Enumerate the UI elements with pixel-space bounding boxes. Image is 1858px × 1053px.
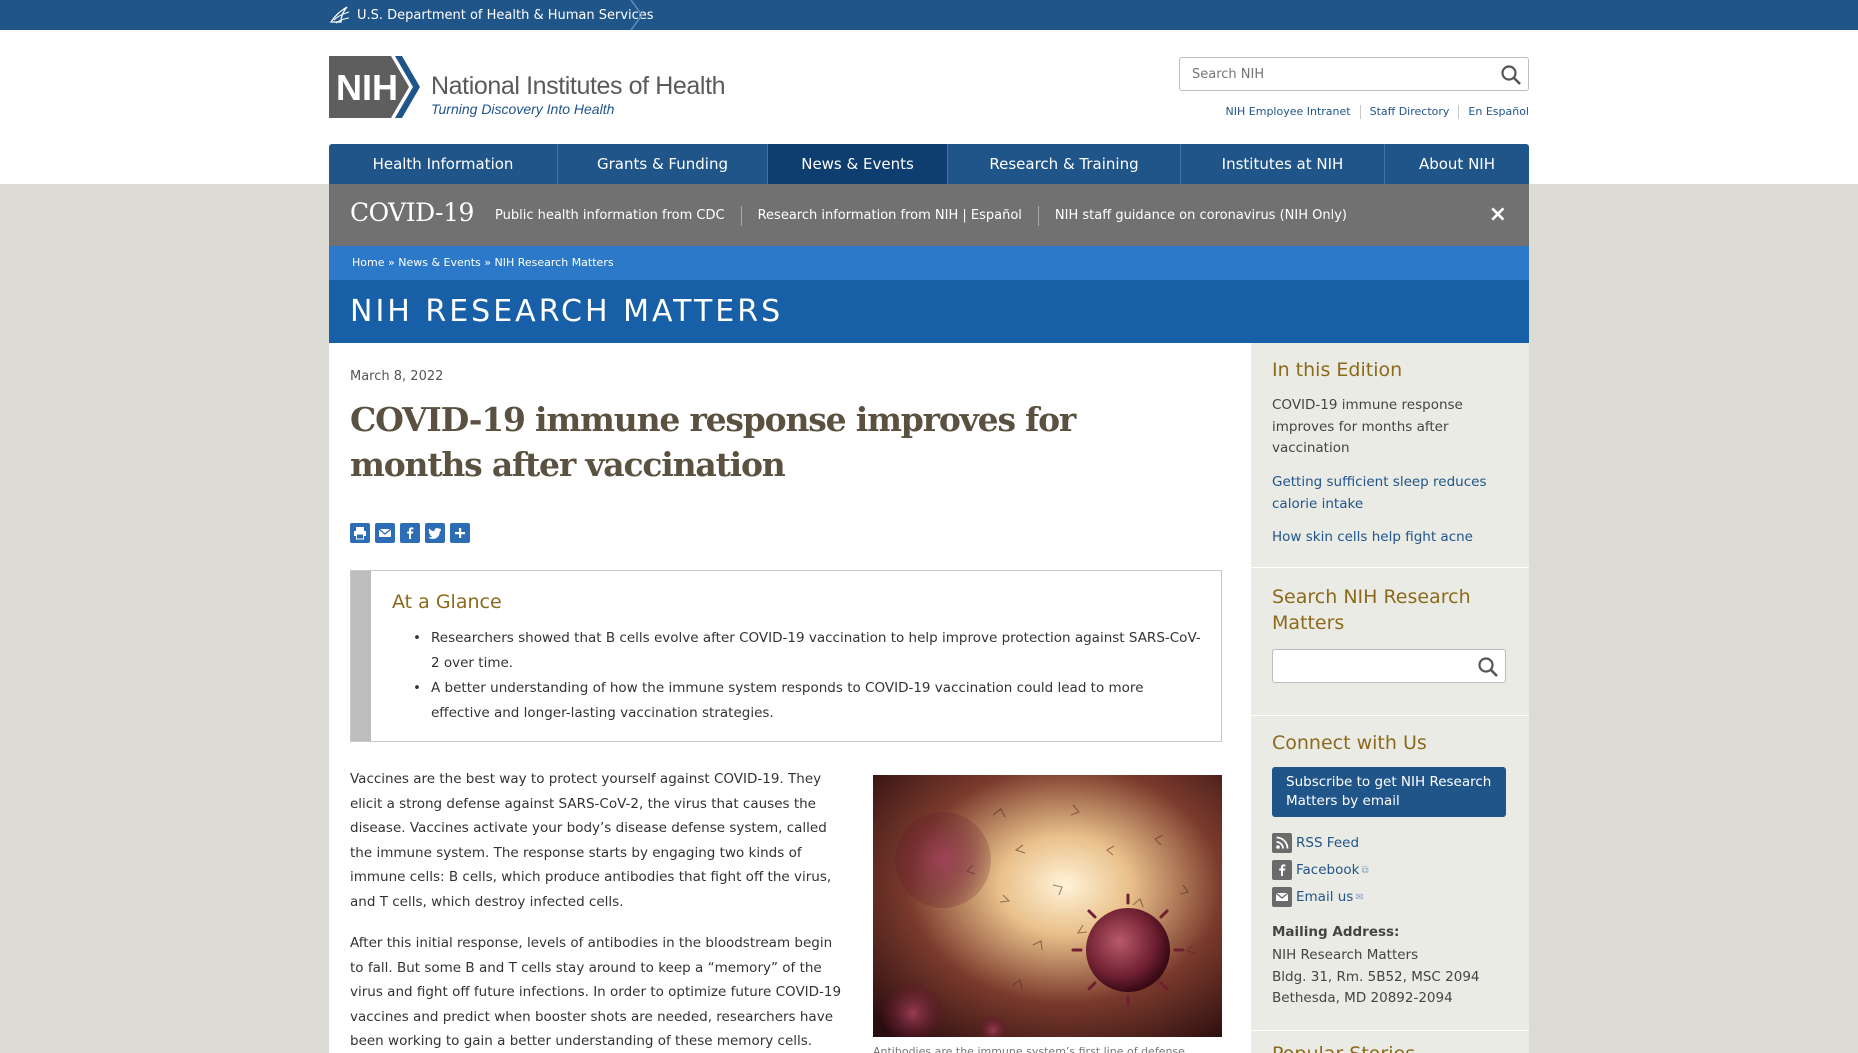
rss-link[interactable]: RSS Feed: [1296, 835, 1359, 851]
staff-directory-link[interactable]: Staff Directory: [1359, 105, 1459, 119]
article-body: Vaccines are the best way to protect you…: [350, 767, 846, 1053]
site-search: [1179, 57, 1529, 91]
search-heading: Search NIH Research Matters: [1272, 586, 1471, 634]
employee-intranet-link[interactable]: NIH Employee Intranet: [1217, 105, 1360, 119]
breadcrumb-news-events[interactable]: News & Events: [398, 256, 481, 269]
section-banner: NIH RESEARCH MATTERS: [329, 280, 1529, 343]
hhs-label: U.S. Department of Health & Human Servic…: [357, 7, 654, 23]
edition-heading: In this Edition: [1272, 359, 1403, 381]
edition-link-sleep[interactable]: Getting sufficient sleep reduces calorie…: [1272, 474, 1486, 512]
glance-stripe: [351, 571, 371, 741]
address-line: NIH Research Matters: [1272, 947, 1419, 963]
breadcrumb-bar: Home » News & Events » NIH Research Matt…: [329, 246, 1529, 280]
nav-institutes[interactable]: Institutes at NIH: [1181, 144, 1385, 184]
covid-link-staff-guidance[interactable]: NIH staff guidance on coronavirus (NIH O…: [1037, 206, 1363, 226]
sidebar-search-input[interactable]: [1273, 650, 1473, 682]
search-research-matters: Search NIH Research Matters: [1251, 568, 1529, 716]
list-item: A better understanding of how the immune…: [411, 676, 1201, 726]
plus-icon[interactable]: [450, 523, 470, 543]
breadcrumb: Home » News & Events » NIH Research Matt…: [352, 256, 614, 269]
breadcrumb-separator: »: [384, 256, 399, 269]
connect-heading: Connect with Us: [1272, 732, 1427, 754]
espanol-link[interactable]: En Español: [1458, 105, 1529, 119]
nav-research-training[interactable]: Research & Training: [948, 144, 1181, 184]
search-icon[interactable]: [1477, 656, 1499, 678]
popular-stories-heading: Popular Stories: [1272, 1043, 1415, 1053]
share-toolbar: [350, 523, 475, 543]
main-nav: Health Information Grants & Funding News…: [329, 144, 1529, 184]
mailing-address: NIH Research Matters Bldg. 31, Rm. 5B52,…: [1272, 945, 1480, 1010]
close-icon[interactable]: ×: [1489, 202, 1507, 227]
covid-banner: COVID-19 Public health information from …: [329, 184, 1529, 246]
nav-health-information[interactable]: Health Information: [329, 144, 558, 184]
site-search-input[interactable]: [1180, 58, 1490, 90]
rss-row: RSS Feed: [1272, 833, 1359, 853]
covid-link-cdc[interactable]: Public health information from CDC: [479, 206, 741, 226]
email-icon[interactable]: [375, 523, 395, 543]
nih-logo-text: NIH: [336, 67, 398, 108]
breadcrumb-current[interactable]: NIH Research Matters: [495, 256, 614, 269]
article: March 8, 2022 COVID-19 immune response i…: [329, 343, 1251, 1053]
facebook-icon[interactable]: [400, 523, 420, 543]
email-icon: [1272, 887, 1292, 907]
breadcrumb-separator: »: [480, 256, 495, 269]
utility-links: NIH Employee Intranet Staff Directory En…: [1217, 105, 1529, 119]
edition-current: COVID-19 immune response improves for mo…: [1272, 397, 1463, 456]
nih-logo[interactable]: NIH National Institutes of Health Turnin…: [329, 56, 726, 118]
list-item: Researchers showed that B cells evolve a…: [411, 626, 1201, 676]
covid-links: Public health information from CDC Resea…: [479, 206, 1363, 226]
facebook-icon: [1272, 860, 1292, 880]
covid-title: COVID-19: [350, 198, 474, 227]
glance-list: Researchers showed that B cells evolve a…: [411, 626, 1201, 726]
nav-grants-funding[interactable]: Grants & Funding: [558, 144, 768, 184]
paragraph: Vaccines are the best way to protect you…: [350, 771, 832, 910]
nih-tagline: Turning Discovery Into Health: [431, 101, 615, 117]
hhs-eagle-icon: [329, 6, 350, 24]
glance-title: At a Glance: [392, 591, 502, 613]
twitter-icon[interactable]: [425, 523, 445, 543]
print-icon[interactable]: [350, 523, 370, 543]
nav-news-events[interactable]: News & Events: [768, 144, 948, 184]
paragraph: After this initial response, levels of a…: [350, 935, 842, 1049]
sidebar: In this Edition COVID-19 immune response…: [1251, 343, 1529, 1053]
section-title: NIH RESEARCH MATTERS: [350, 294, 784, 329]
image-caption: Antibodies are the immune system’s first…: [873, 1045, 1196, 1053]
nih-title: National Institutes of Health: [431, 72, 726, 100]
breadcrumb-home[interactable]: Home: [352, 256, 384, 269]
hhs-chevron-icon: [630, 0, 643, 30]
facebook-row: Facebook ⧉: [1272, 860, 1369, 880]
article-headline: COVID-19 immune response improves for mo…: [350, 400, 1076, 484]
search-icon[interactable]: [1500, 64, 1522, 86]
covid-link-nih-research[interactable]: Research information from NIH | Español: [740, 206, 1038, 226]
nav-about[interactable]: About NIH: [1385, 144, 1529, 184]
hhs-bar: U.S. Department of Health & Human Servic…: [0, 0, 1858, 30]
mailing-address-label: Mailing Address:: [1272, 924, 1400, 940]
facebook-link[interactable]: Facebook: [1296, 862, 1359, 878]
external-link-icon: ⧉: [1361, 864, 1369, 876]
email-row: Email us ✉: [1272, 887, 1364, 907]
in-this-edition: In this Edition COVID-19 immune response…: [1251, 343, 1529, 568]
address-line: Bethesda, MD 20892-2094: [1272, 990, 1453, 1006]
rss-icon: [1272, 833, 1292, 853]
coronavirus-image: [873, 775, 1222, 1037]
email-link[interactable]: Email us: [1296, 889, 1353, 905]
address-line: Bldg. 31, Rm. 5B52, MSC 2094: [1272, 968, 1480, 985]
nih-logo-mark: NIH: [329, 56, 420, 118]
hhs-link[interactable]: U.S. Department of Health & Human Servic…: [329, 0, 654, 30]
sidebar-search: [1272, 649, 1506, 683]
edition-link-acne[interactable]: How skin cells help fight acne: [1272, 529, 1473, 545]
at-a-glance-box: At a Glance Researchers showed that B ce…: [350, 570, 1222, 742]
article-date: March 8, 2022: [350, 369, 444, 384]
subscribe-button[interactable]: Subscribe to get NIH Research Matters by…: [1272, 767, 1506, 817]
mail-link-icon: ✉: [1355, 891, 1364, 903]
